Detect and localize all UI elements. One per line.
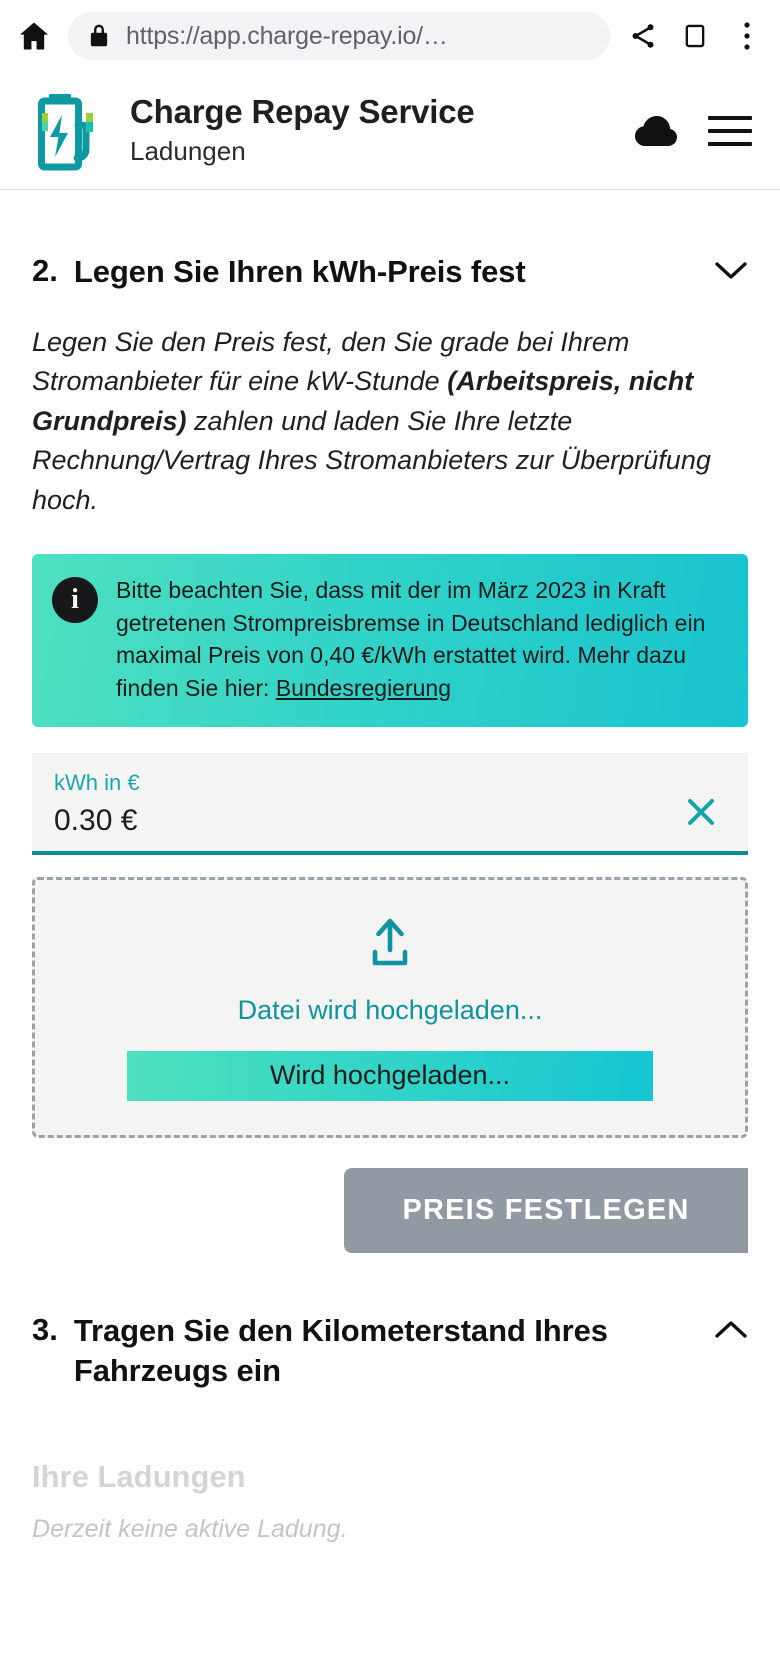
file-upload-dropzone[interactable]: Datei wird hochgeladen... Wird hochgelad… bbox=[32, 877, 748, 1138]
home-icon[interactable] bbox=[14, 16, 54, 56]
section-3-header[interactable]: 3. Tragen Sie den Kilometerstand Ihres F… bbox=[32, 1253, 748, 1393]
url-text: https://app.charge-repay.io/… bbox=[126, 21, 448, 50]
browser-toolbar: https://app.charge-repay.io/… bbox=[0, 0, 780, 72]
section-3-number: 3. bbox=[32, 1311, 58, 1347]
charges-empty-text: Derzeit keine aktive Ladung. bbox=[32, 1515, 348, 1544]
section-2-number: 2. bbox=[32, 253, 58, 288]
upload-progress-bar: Wird hochgeladen... bbox=[126, 1050, 654, 1101]
chevron-down-icon[interactable] bbox=[704, 252, 748, 282]
info-icon: i bbox=[52, 576, 98, 623]
kwh-price-field-inner: kWh in € 0.30 € bbox=[54, 769, 676, 840]
section-3-title: Tragen Sie den Kilometerstand Ihres Fahr… bbox=[73, 1312, 608, 1389]
upload-progress-fill: Wird hochgeladen... bbox=[126, 1050, 654, 1101]
hamburger-menu-icon[interactable] bbox=[708, 111, 752, 151]
share-icon[interactable] bbox=[624, 16, 662, 56]
overflow-menu-icon[interactable] bbox=[728, 16, 766, 56]
set-price-button[interactable]: PREIS FESTLEGEN bbox=[344, 1167, 748, 1253]
submit-row: PREIS FESTLEGEN bbox=[32, 1167, 748, 1253]
app-title-block: Charge Repay Service Ladungen bbox=[104, 92, 630, 169]
bundesregierung-link[interactable]: Bundesregierung bbox=[276, 675, 451, 701]
upload-icon bbox=[61, 916, 719, 970]
kwh-price-field[interactable]: kWh in € 0.30 € bbox=[32, 752, 748, 856]
header-actions bbox=[630, 109, 758, 153]
info-banner: i Bitte beachten Sie, dass mit der im Mä… bbox=[32, 553, 748, 727]
lock-icon bbox=[86, 22, 112, 50]
charges-list-section: Ihre Ladungen Derzeit keine aktive Ladun… bbox=[0, 1458, 780, 1545]
address-bar[interactable]: https://app.charge-repay.io/… bbox=[68, 12, 610, 60]
section-2-header[interactable]: 2. Legen Sie Ihren kWh-Preis fest bbox=[32, 190, 748, 293]
info-banner-text: Bitte beachten Sie, dass mit der im März… bbox=[116, 574, 730, 705]
close-icon[interactable] bbox=[676, 787, 726, 837]
tab-switcher-icon[interactable] bbox=[676, 16, 714, 56]
page-subtitle: Ladungen bbox=[130, 135, 246, 166]
kwh-price-label: kWh in € bbox=[54, 769, 140, 795]
section-2-title: Legen Sie Ihren kWh-Preis fest bbox=[73, 254, 526, 289]
charges-list-title: Ihre Ladungen bbox=[32, 1459, 246, 1495]
page-title: Charge Repay Service bbox=[130, 93, 475, 131]
kwh-price-input[interactable]: 0.30 € bbox=[54, 803, 676, 839]
battery-charging-logo bbox=[26, 89, 104, 173]
upload-progress-label: Wird hochgeladen... bbox=[269, 1060, 511, 1091]
app-header: Charge Repay Service Ladungen bbox=[0, 72, 780, 190]
chevron-up-icon[interactable] bbox=[704, 1311, 748, 1341]
main-content: 2. Legen Sie Ihren kWh-Preis fest Legen … bbox=[0, 190, 780, 1392]
section-2-description: Legen Sie den Preis fest, den Sie grade … bbox=[32, 323, 748, 520]
cloud-icon[interactable] bbox=[630, 109, 682, 153]
upload-status-text: Datei wird hochgeladen... bbox=[237, 995, 543, 1026]
